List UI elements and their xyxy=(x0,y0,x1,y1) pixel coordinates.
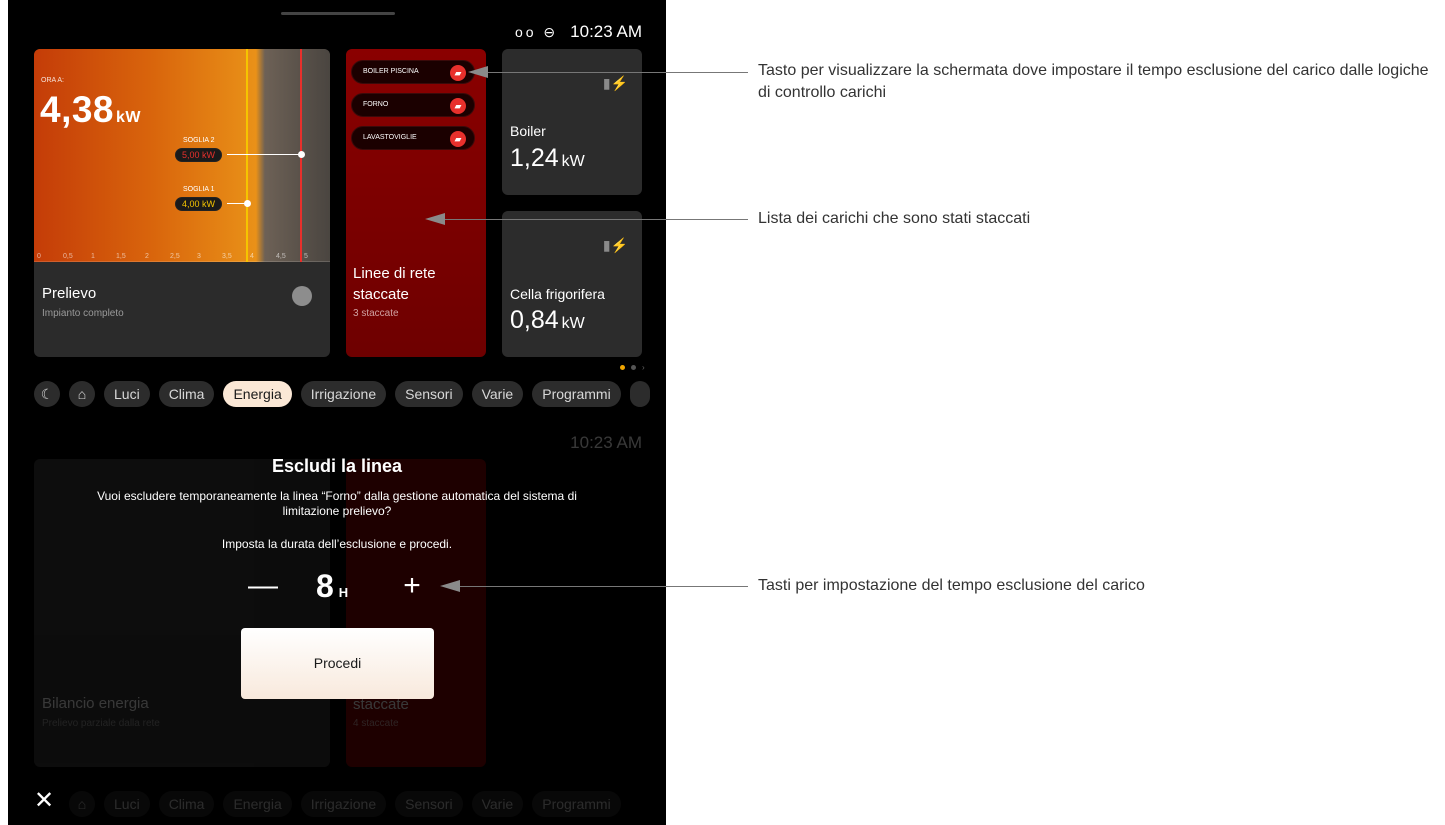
linee-title-line1: Linee di rete xyxy=(353,265,436,282)
soglia1-marker xyxy=(244,200,251,207)
cella-title: Cella frigorifera xyxy=(510,286,605,302)
chevron-right-icon[interactable]: › xyxy=(642,363,645,372)
annotation-3: Tasti per impostazione del tempo esclusi… xyxy=(758,577,1145,594)
annotation-line xyxy=(455,586,748,587)
tab-energia[interactable]: Energia xyxy=(223,381,292,407)
tick-label: 1,5 xyxy=(116,253,126,260)
cella-frigorifera-card[interactable]: ▮⚡ Cella frigorifera 0,84 kW xyxy=(502,211,642,357)
tab-sensori[interactable]: Sensori xyxy=(395,381,463,407)
modal-title: Escludi la linea xyxy=(271,456,403,476)
device-screen: oo ⊖ 10:23 AM 0 0,5 1 1,5 2 2,5 3 3,5 4 … xyxy=(8,0,666,825)
current-consumption: 4,38 kW xyxy=(40,89,142,130)
annotation-2: Lista dei carichi che sono stati staccat… xyxy=(758,210,1031,227)
tab-luci[interactable]: Luci xyxy=(104,381,150,407)
modal-message: Vuoi escludere temporaneamente la linea … xyxy=(97,489,577,518)
soglia2-value: 5,00 kW xyxy=(175,148,223,162)
tick-label: 0,5 xyxy=(63,253,73,260)
bg-category-tabbar: ⌂ Luci Clima Energia Irrigazione Sensori… xyxy=(34,791,621,817)
linee-staccate-card[interactable]: BOILER PISCINA ▰ FORNO ▰ LAVASTOVIGLIE ▰… xyxy=(346,49,486,357)
wave-icon[interactable] xyxy=(292,286,312,306)
tab-clima[interactable]: Clima xyxy=(158,381,215,407)
bg-status-time: 10:23 AM xyxy=(570,433,642,452)
tab-more[interactable] xyxy=(629,381,650,407)
modal-instruction: Imposta la durata dell’esclusione e proc… xyxy=(221,537,453,551)
plug-power-icon: ▮⚡ xyxy=(602,75,628,91)
boiler-value: 1,24 kW xyxy=(510,144,585,172)
tick-label: 2,5 xyxy=(170,253,180,260)
load-item-boiler-piscina[interactable]: BOILER PISCINA ▰ xyxy=(351,60,475,84)
linee-subtitle: 3 staccate xyxy=(353,308,399,319)
voicemail-dnd-icons: oo ⊖ xyxy=(514,23,559,40)
boiler-title: Boiler xyxy=(510,123,546,139)
arrow-head-icon xyxy=(440,580,460,592)
plug-icon[interactable]: ▰ xyxy=(450,65,466,81)
plug-power-icon: ▮⚡ xyxy=(602,237,628,253)
tick-label: 3,5 xyxy=(222,253,232,260)
prelievo-subtitle: Impianto completo xyxy=(42,308,124,319)
tab-programmi[interactable]: Programmi xyxy=(532,381,621,407)
tick-label: 2 xyxy=(145,253,149,260)
soglia1-line xyxy=(246,49,248,262)
background-screen: 10:23 AM Bilancio energia Prelievo parzi… xyxy=(8,425,666,825)
home-icon[interactable]: ⌂ xyxy=(69,381,95,407)
tick-label: 3 xyxy=(197,253,201,260)
soglia1-value: 4,00 kW xyxy=(175,197,223,211)
status-time: 10:23 AM xyxy=(570,22,642,41)
soglia2-label: SOGLIA 2 xyxy=(183,137,215,144)
soglia1-label: SOGLIA 1 xyxy=(183,186,215,193)
soglia2-marker xyxy=(298,151,305,158)
tab-varie[interactable]: Varie xyxy=(471,381,524,407)
procedi-button[interactable]: Procedi xyxy=(241,628,434,699)
home-icon: ⌂ xyxy=(69,791,95,817)
tick-label: 5 xyxy=(304,253,308,260)
tick-label: 0 xyxy=(37,253,41,260)
tab-irrigazione[interactable]: Irrigazione xyxy=(300,381,387,407)
prelievo-card[interactable]: 0 0,5 1 1,5 2 2,5 3 3,5 4 4,5 5 ORA A: 4… xyxy=(34,49,330,357)
duration-value: 8H xyxy=(316,568,349,604)
plug-icon[interactable]: ▰ xyxy=(450,98,466,114)
tick-label: 4,5 xyxy=(276,253,286,260)
boiler-card[interactable]: ▮⚡ Boiler 1,24 kW xyxy=(502,49,642,195)
status-bar: oo ⊖ 10:23 AM xyxy=(515,22,642,42)
now-label: ORA A: xyxy=(41,77,64,84)
annotation-1: Tasto per visualizzare la schermata dove… xyxy=(758,62,1429,101)
tick-label: 1 xyxy=(91,253,95,260)
load-item-forno[interactable]: FORNO ▰ xyxy=(351,93,475,117)
annotation-line xyxy=(480,72,748,73)
plug-icon[interactable]: ▰ xyxy=(450,131,466,147)
prelievo-title: Prelievo xyxy=(42,285,97,302)
cella-value: 0,84 kW xyxy=(510,306,585,334)
decrease-button[interactable]: — xyxy=(248,568,278,604)
category-tabbar: ☾ ⌂ Luci Clima Energia Irrigazione Senso… xyxy=(34,381,650,407)
annotation-line xyxy=(440,219,748,220)
arrow-head-icon xyxy=(468,66,488,78)
increase-button[interactable]: + xyxy=(397,568,427,604)
linee-title-line2: staccate xyxy=(353,286,409,303)
page-indicator[interactable]: › xyxy=(620,363,645,372)
tick-label: 4 xyxy=(250,253,254,260)
night-mode-icon[interactable]: ☾ xyxy=(34,381,60,407)
top-handle xyxy=(281,12,395,15)
load-item-lavastoviglie[interactable]: LAVASTOVIGLIE ▰ xyxy=(351,126,475,150)
arrow-head-icon xyxy=(425,213,445,225)
